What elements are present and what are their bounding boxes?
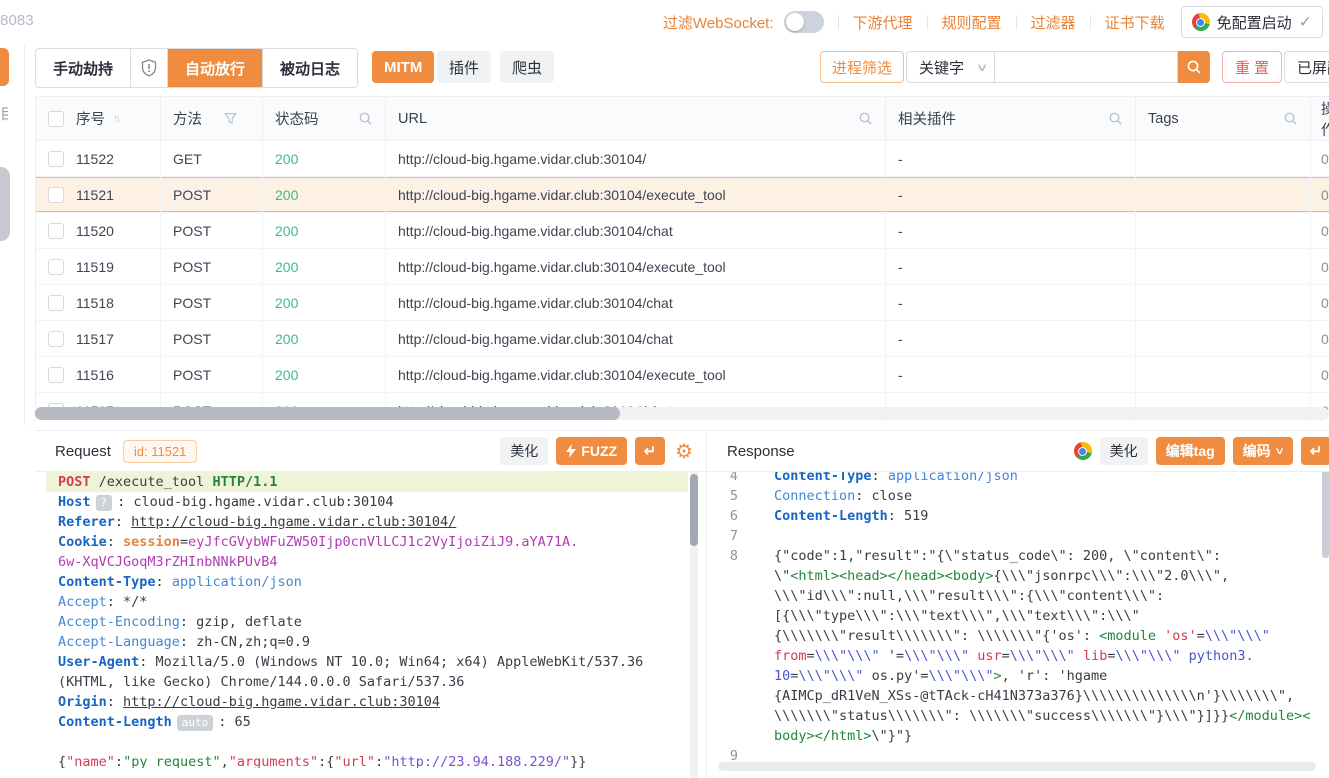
search-icon[interactable]	[858, 111, 873, 126]
lightning-icon	[566, 444, 576, 458]
tab-plugins[interactable]: 插件	[437, 51, 491, 83]
search-icon	[1186, 59, 1202, 75]
top-toolbar: :8083 过滤WebSocket: 下游代理 规则配置 过滤器 证书下载 免配…	[0, 0, 1329, 44]
request-title: Request	[55, 443, 111, 460]
table-row[interactable]: 11520POST200http://cloud-big.hgame.vidar…	[36, 213, 1329, 249]
send-button[interactable]: ↵	[1301, 437, 1329, 465]
search-input[interactable]	[994, 51, 1178, 83]
top-toolbar-actions: 过滤WebSocket: 下游代理 规则配置 过滤器 证书下载 免配置启动 ✓	[663, 6, 1329, 38]
shield-icon[interactable]	[131, 49, 168, 87]
process-filter-button[interactable]: 进程筛选	[820, 51, 904, 83]
row-checkbox[interactable]	[48, 367, 64, 383]
check-icon: ✓	[1299, 12, 1312, 32]
row-checkbox[interactable]	[48, 259, 64, 275]
sidebar-scrollbar[interactable]	[0, 167, 10, 241]
scrollbar-thumb[interactable]	[35, 407, 620, 420]
sidebar-icon: 目	[0, 103, 8, 123]
table-horizontal-scrollbar[interactable]	[35, 407, 1329, 420]
column-status[interactable]: 状态码	[275, 108, 319, 129]
column-tags[interactable]: Tags	[1148, 111, 1179, 127]
table-row[interactable]: 11516POST200http://cloud-big.hgame.vidar…	[36, 357, 1329, 393]
chevron-down-icon: ∨	[1274, 446, 1285, 457]
rule-config-link[interactable]: 规则配置	[942, 12, 1002, 33]
reset-button[interactable]: 重 置	[1222, 51, 1282, 83]
search-icon[interactable]	[1283, 111, 1298, 126]
fuzz-button[interactable]: FUZZ	[556, 437, 627, 465]
send-button[interactable]: ↵	[635, 437, 665, 465]
row-checkbox[interactable]	[48, 187, 64, 203]
table-header: 序号 ↑↓ 方法 状态码 URL 相关插件	[36, 97, 1329, 141]
keyword-select[interactable]: 关键字 ∨	[906, 51, 994, 83]
table-body: 11522GET200http://cloud-big.hgame.vidar.…	[36, 141, 1329, 422]
column-method[interactable]: 方法	[173, 108, 202, 129]
divider	[838, 15, 839, 30]
filter-link[interactable]: 过滤器	[1031, 12, 1076, 33]
divider	[1016, 15, 1017, 30]
chrome-icon[interactable]	[1074, 442, 1092, 460]
downstream-proxy-link[interactable]: 下游代理	[853, 12, 913, 33]
row-checkbox[interactable]	[48, 295, 64, 311]
response-title: Response	[727, 443, 795, 460]
chevron-down-icon: ∨	[976, 61, 989, 74]
table-row[interactable]: 11519POST200http://cloud-big.hgame.vidar…	[36, 249, 1329, 285]
response-editor[interactable]: 4Content-Type: application/json5Connecti…	[707, 466, 1327, 766]
column-partial[interactable]: 操作	[1321, 98, 1329, 140]
beautify-button[interactable]: 美化	[1100, 437, 1148, 465]
blocked-button[interactable]: 已屏蔽	[1284, 51, 1329, 83]
encoding-button[interactable]: 编码 ∨	[1233, 437, 1293, 465]
table-row[interactable]: 11517POST200http://cloud-big.hgame.vidar…	[36, 321, 1329, 357]
response-panel-header: Response 美化 编辑tag 编码 ∨ ↵	[707, 431, 1329, 472]
table-row[interactable]: 11518POST200http://cloud-big.hgame.vidar…	[36, 285, 1329, 321]
column-seq[interactable]: 序号	[76, 108, 105, 129]
divider	[1090, 15, 1091, 30]
tab-crawler[interactable]: 爬虫	[500, 51, 554, 83]
gear-icon[interactable]: ⚙	[673, 439, 695, 464]
request-editor[interactable]: POST /execute_tool HTTP/1.1Host?: cloud-…	[46, 472, 688, 768]
proxy-address: :8083	[0, 12, 34, 29]
traffic-table: 序号 ↑↓ 方法 状态码 URL 相关插件	[35, 96, 1329, 422]
search-button[interactable]	[1178, 51, 1210, 83]
tab-mitm[interactable]: MITM	[372, 51, 434, 83]
launch-button-label: 免配置启动	[1217, 12, 1292, 33]
chrome-icon	[1192, 13, 1210, 31]
request-panel-header: Request id: 11521 美化 FUZZ ↵ ⚙	[35, 431, 705, 472]
column-plugins[interactable]: 相关插件	[898, 108, 956, 129]
row-checkbox[interactable]	[48, 331, 64, 347]
divider	[927, 15, 928, 30]
no-config-launch-button[interactable]: 免配置启动 ✓	[1181, 6, 1323, 38]
request-scrollbar-thumb[interactable]	[690, 474, 698, 546]
edit-tag-button[interactable]: 编辑tag	[1156, 437, 1225, 465]
row-checkbox[interactable]	[48, 223, 64, 239]
tab-passive-log[interactable]: 被动日志	[263, 49, 357, 87]
websocket-filter-toggle[interactable]	[784, 11, 824, 33]
row-checkbox[interactable]	[48, 151, 64, 167]
filter-funnel-icon[interactable]	[224, 112, 237, 125]
beautify-button[interactable]: 美化	[500, 437, 548, 465]
request-id-badge: id: 11521	[123, 440, 198, 463]
hijack-mode-group: 手动劫持 自动放行 被动日志	[35, 48, 358, 88]
keyword-select-value: 关键字	[919, 57, 964, 78]
mitm-proxy-app: { "accent": "#ef8c3f", "icons": { "sort"…	[0, 0, 1329, 778]
sort-icon[interactable]: ↑↓	[113, 113, 118, 125]
websocket-filter-label: 过滤WebSocket:	[663, 12, 774, 33]
search-icon[interactable]	[358, 111, 373, 126]
search-icon[interactable]	[1108, 111, 1123, 126]
tab-auto-pass[interactable]: 自动放行	[168, 49, 263, 87]
table-row[interactable]: 11522GET200http://cloud-big.hgame.vidar.…	[36, 141, 1329, 177]
column-url[interactable]: URL	[398, 111, 427, 127]
table-row[interactable]: 11521POST200http://cloud-big.hgame.vidar…	[36, 177, 1329, 213]
mode-toolbar: 手动劫持 自动放行 被动日志 MITM 插件 爬虫 进程筛选 关键字 ∨ 重 置…	[0, 48, 1329, 88]
select-all-checkbox[interactable]	[48, 111, 64, 127]
tab-manual-hijack[interactable]: 手动劫持	[36, 49, 131, 87]
sidebar-divider	[24, 44, 25, 425]
cert-download-link[interactable]: 证书下载	[1105, 12, 1165, 33]
